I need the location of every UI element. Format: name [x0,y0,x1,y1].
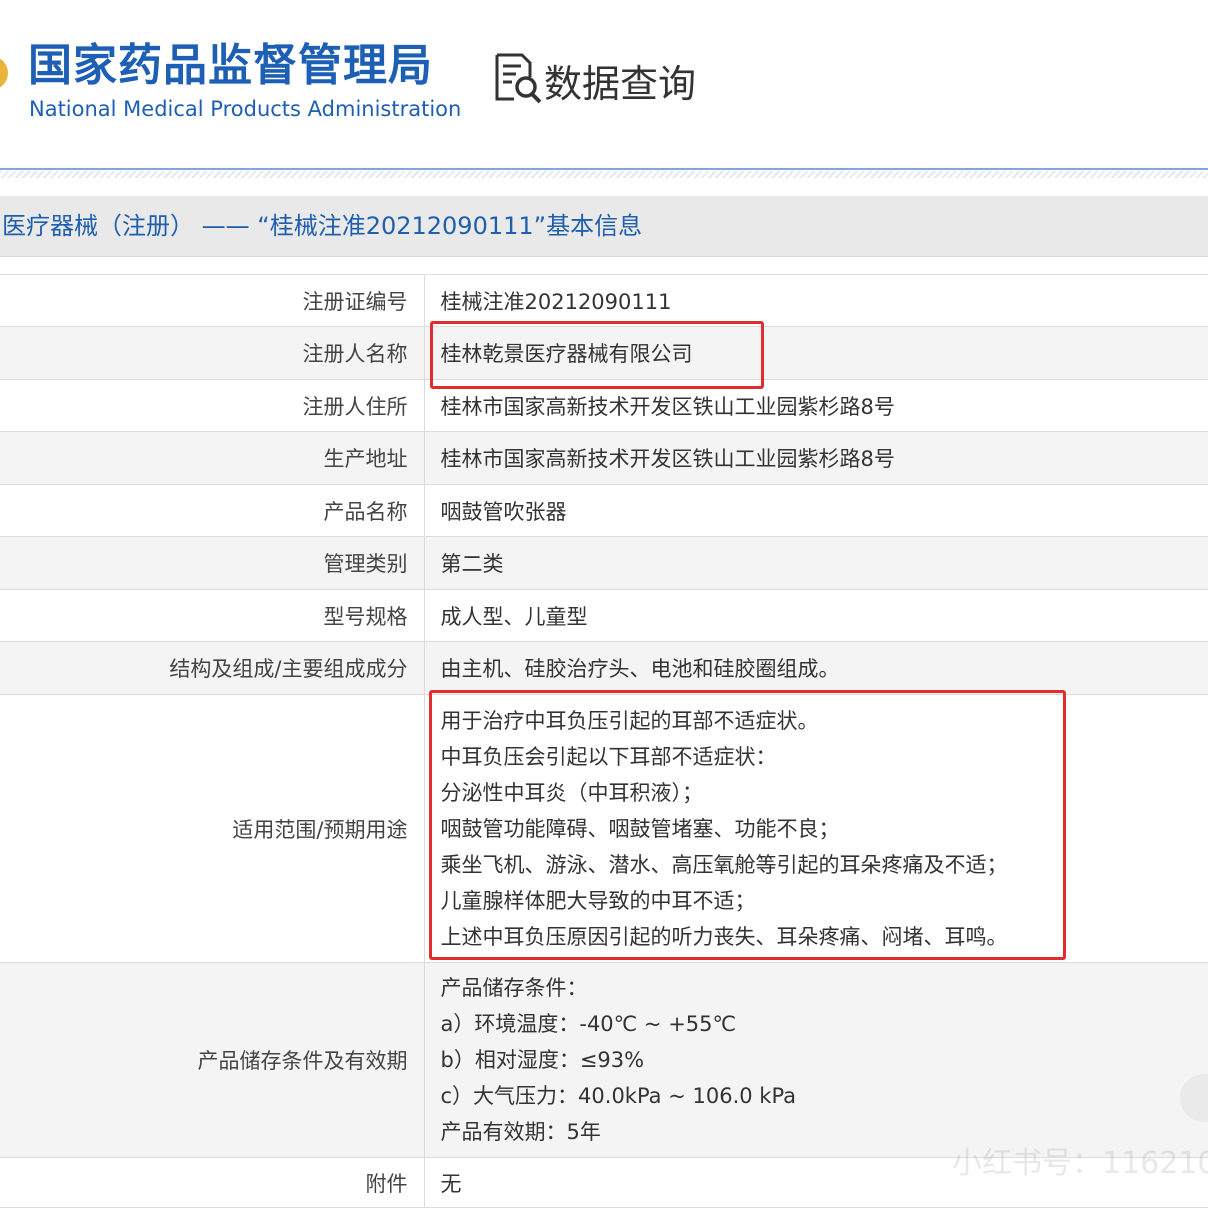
field-value: 桂械注准20212090111 [424,274,1208,327]
table-row: 产品储存条件及有效期 产品储存条件： a）环境温度：-40℃ ~ +55℃ b）… [0,962,1208,1158]
header-divider [0,168,1208,170]
field-value-multiline: 产品储存条件： a）环境温度：-40℃ ~ +55℃ b）相对湿度：≤93% c… [424,962,1208,1158]
watermark-text: 小红书号：116210 [952,1146,1208,1181]
table-row: 适用范围/预期用途 用于治疗中耳负压引起的耳部不适症状。 中耳负压会引起以下耳部… [0,694,1208,963]
value-line: 产品储存条件： [440,976,588,1000]
field-label: 产品储存条件及有效期 [0,962,425,1158]
value-line: c）大气压力：40.0kPa ~ 106.0 kPa [440,1084,797,1108]
field-label: 结构及组成/主要组成成分 [0,641,425,695]
field-label: 产品名称 [0,484,425,537]
field-label: 生产地址 [0,431,425,485]
data-query-label: 数据查询 [544,61,697,106]
decorative-stripe [0,171,1208,178]
value-line: 上述中耳负压原因引起的听力丧失、耳朵疼痛、闷堵、耳鸣。 [440,924,1008,949]
field-label: 注册证编号 [0,274,425,327]
table-row: 生产地址 桂林市国家高新技术开发区铁山工业园紫杉路8号 [0,431,1208,485]
table-row: 注册人住所 桂林市国家高新技术开发区铁山工业园紫杉路8号 [0,379,1208,432]
field-value: 咽鼓管吹张器 [424,484,1208,537]
national-emblem-icon [0,56,8,90]
record-title-bar: 医疗器械（注册） —— “桂械注准20212090111”基本信息 [0,196,1208,257]
registration-info-table: 注册证编号 桂械注准20212090111 注册人名称 桂林乾景医疗器械有限公司… [0,274,1208,1208]
field-label: 型号规格 [0,589,425,642]
data-query-link[interactable]: 数据查询 [492,52,696,108]
agency-name-cn[interactable]: 国家药品监督管理局 [28,36,433,96]
field-value: 桂林市国家高新技术开发区铁山工业园紫杉路8号 [424,431,1208,485]
value-line: 分泌性中耳炎（中耳积液）； [440,780,704,805]
field-value-multiline: 用于治疗中耳负压引起的耳部不适症状。 中耳负压会引起以下耳部不适症状： 分泌性中… [424,694,1208,963]
table-row: 型号规格 成人型、儿童型 [0,589,1208,642]
field-value: 桂林乾景医疗器械有限公司 [424,326,1208,380]
field-label: 附件 [0,1157,425,1208]
table-row: 注册人名称 桂林乾景医疗器械有限公司 [0,326,1208,380]
field-label: 适用范围/预期用途 [0,694,425,963]
field-label: 注册人名称 [0,326,425,380]
value-line: a）环境温度：-40℃ ~ +55℃ [440,1012,737,1036]
field-label: 管理类别 [0,536,425,590]
table-row: 管理类别 第二类 [0,536,1208,590]
table-row: 注册证编号 桂械注准20212090111 [0,274,1208,327]
field-value: 第二类 [424,536,1208,590]
value-line: 中耳负压会引起以下耳部不适症状： [440,744,777,769]
value-line: 乘坐飞机、游泳、潜水、高压氧舱等引起的耳朵疼痛及不适； [440,852,1008,877]
agency-name-en[interactable]: National Medical Products Administration [29,95,461,123]
value-line: 咽鼓管功能障碍、咽鼓管堵塞、功能不良； [440,816,840,841]
field-label: 注册人住所 [0,379,425,432]
record-title: 医疗器械（注册） —— “桂械注准20212090111”基本信息 [2,212,643,240]
site-header: 国家药品监督管理局 National Medical Products Admi… [0,0,1208,168]
document-search-icon [492,51,542,109]
field-value: 桂林市国家高新技术开发区铁山工业园紫杉路8号 [424,379,1208,432]
value-line: 儿童腺样体肥大导致的中耳不适； [440,888,756,913]
field-value: 成人型、儿童型 [424,589,1208,642]
table-row: 产品名称 咽鼓管吹张器 [0,484,1208,537]
field-value: 由主机、硅胶治疗头、电池和硅胶圈组成。 [424,641,1208,695]
value-line: b）相对湿度：≤93% [440,1048,645,1072]
table-row: 结构及组成/主要组成成分 由主机、硅胶治疗头、电池和硅胶圈组成。 [0,641,1208,695]
value-line: 用于治疗中耳负压引起的耳部不适症状。 [440,708,819,733]
